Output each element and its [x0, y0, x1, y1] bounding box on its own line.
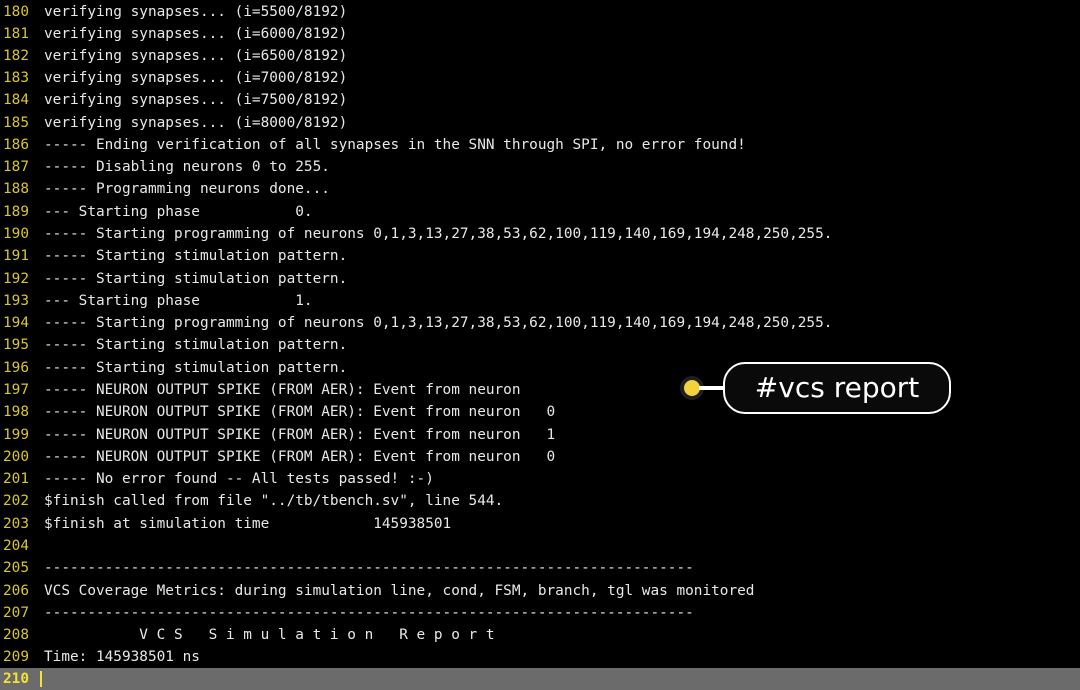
- line-number: 198: [3, 404, 29, 420]
- line-text: verifying synapses... (i=7500/8192): [44, 92, 348, 108]
- line-text: ----- Starting stimulation pattern.: [44, 271, 348, 287]
- line-number: 193: [3, 293, 29, 309]
- line-number: 209: [3, 649, 29, 665]
- terminal-line: 193 --- Starting phase 1.: [0, 290, 1080, 312]
- line-text: verifying synapses... (i=6000/8192): [44, 26, 348, 42]
- line-number: 180: [3, 4, 29, 20]
- line-text: ----- Disabling neurons 0 to 255.: [44, 159, 330, 175]
- callout-connector: [699, 386, 725, 390]
- line-number: 187: [3, 159, 29, 175]
- line-number: 186: [3, 137, 29, 153]
- line-number: 192: [3, 271, 29, 287]
- terminal-line: 180 verifying synapses... (i=5500/8192): [0, 1, 1080, 23]
- terminal-line: 200 ----- NEURON OUTPUT SPIKE (FROM AER):…: [0, 446, 1080, 468]
- line-number: 190: [3, 226, 29, 242]
- line-text: ----- NEURON OUTPUT SPIKE (FROM AER): Ev…: [44, 404, 556, 420]
- line-text: ----- Starting programming of neurons 0,…: [44, 226, 833, 242]
- line-text: --- Starting phase 0.: [44, 204, 313, 220]
- line-text: ----- Ending verification of all synapse…: [44, 137, 746, 153]
- line-number: 189: [3, 204, 29, 220]
- terminal-view[interactable]: 180 verifying synapses... (i=5500/8192) 1…: [0, 0, 1080, 690]
- current-line[interactable]: 210: [0, 668, 1080, 690]
- terminal-line: 186 ----- Ending verification of all syna…: [0, 134, 1080, 156]
- line-number: 185: [3, 115, 29, 131]
- line-text: ----------------------------------------…: [44, 605, 694, 621]
- line-number: 203: [3, 516, 29, 532]
- callout-dot-icon: [684, 380, 700, 396]
- line-text: ----- Programming neurons done...: [44, 181, 330, 197]
- line-text: ----- NEURON OUTPUT SPIKE (FROM AER): Ev…: [44, 382, 521, 398]
- callout-label: #vcs report: [723, 362, 951, 414]
- line-number: 183: [3, 70, 29, 86]
- line-text: ----- Starting programming of neurons 0,…: [44, 315, 833, 331]
- line-text: --- Starting phase 1.: [44, 293, 313, 309]
- line-number: 208: [3, 627, 29, 643]
- line-text: verifying synapses... (i=8000/8192): [44, 115, 348, 131]
- terminal-line: 191 ----- Starting stimulation pattern.: [0, 245, 1080, 267]
- terminal-line: 201 ----- No error found -- All tests pas…: [0, 468, 1080, 490]
- terminal-line: 190 ----- Starting programming of neurons…: [0, 223, 1080, 245]
- terminal-line: 203 $finish at simulation time 145938501: [0, 513, 1080, 535]
- terminal-line: 189 --- Starting phase 0.: [0, 201, 1080, 223]
- terminal-line: 184 verifying synapses... (i=7500/8192): [0, 89, 1080, 111]
- line-number: 200: [3, 449, 29, 465]
- line-text: $finish at simulation time 145938501: [44, 516, 452, 532]
- line-number: 201: [3, 471, 29, 487]
- terminal-line: 206 VCS Coverage Metrics: during simulati…: [0, 580, 1080, 602]
- terminal-line: 188 ----- Programming neurons done...: [0, 178, 1080, 200]
- line-number: 202: [3, 493, 29, 509]
- terminal-line: 187 ----- Disabling neurons 0 to 255.: [0, 156, 1080, 178]
- terminal-line: 192 ----- Starting stimulation pattern.: [0, 268, 1080, 290]
- line-number: 181: [3, 26, 29, 42]
- line-number: 197: [3, 382, 29, 398]
- line-text: verifying synapses... (i=5500/8192): [44, 4, 348, 20]
- line-text: ----- Starting stimulation pattern.: [44, 248, 348, 264]
- line-text: ----- NEURON OUTPUT SPIKE (FROM AER): Ev…: [44, 427, 556, 443]
- terminal-line: 182 verifying synapses... (i=6500/8192): [0, 45, 1080, 67]
- line-number: 210: [3, 671, 29, 687]
- line-text: ----- No error found -- All tests passed…: [44, 471, 434, 487]
- line-text: ----- Starting stimulation pattern.: [44, 337, 348, 353]
- line-text: verifying synapses... (i=6500/8192): [44, 48, 348, 64]
- terminal-line: 183 verifying synapses... (i=7000/8192): [0, 67, 1080, 89]
- terminal-line: 195 ----- Starting stimulation pattern.: [0, 334, 1080, 356]
- line-number: 184: [3, 92, 29, 108]
- line-text: Time: 145938501 ns: [44, 649, 200, 665]
- terminal-line: 181 verifying synapses... (i=6000/8192): [0, 23, 1080, 45]
- line-text: $finish called from file "../tb/tbench.s…: [44, 493, 504, 509]
- line-number: 199: [3, 427, 29, 443]
- line-text: ----- NEURON OUTPUT SPIKE (FROM AER): Ev…: [44, 449, 556, 465]
- terminal-line: 204: [0, 535, 1080, 557]
- terminal-line: 185 verifying synapses... (i=8000/8192): [0, 112, 1080, 134]
- text-cursor: [40, 671, 42, 687]
- line-number: 182: [3, 48, 29, 64]
- line-number: 206: [3, 583, 29, 599]
- line-number: 194: [3, 315, 29, 331]
- line-number: 207: [3, 605, 29, 621]
- line-text: ----------------------------------------…: [44, 560, 694, 576]
- line-text: V C S S i m u l a t i o n R e p o r t: [44, 627, 495, 643]
- line-number: 188: [3, 181, 29, 197]
- line-text: verifying synapses... (i=7000/8192): [44, 70, 348, 86]
- line-text: VCS Coverage Metrics: during simulation …: [44, 583, 755, 599]
- terminal-line: 205 -------------------------------------…: [0, 557, 1080, 579]
- line-number: 191: [3, 248, 29, 264]
- terminal-line: 208 V C S S i m u l a t i o n R e p o r …: [0, 624, 1080, 646]
- terminal-line: 194 ----- Starting programming of neurons…: [0, 312, 1080, 334]
- line-text: ----- Starting stimulation pattern.: [44, 360, 348, 376]
- terminal-line: 199 ----- NEURON OUTPUT SPIKE (FROM AER):…: [0, 424, 1080, 446]
- line-number: 195: [3, 337, 29, 353]
- line-number: 196: [3, 360, 29, 376]
- line-number: 204: [3, 538, 29, 554]
- terminal-line: 202 $finish called from file "../tb/tbenc…: [0, 490, 1080, 512]
- line-number: 205: [3, 560, 29, 576]
- terminal-line: 209 Time: 145938501 ns: [0, 646, 1080, 668]
- terminal-line: 207 -------------------------------------…: [0, 602, 1080, 624]
